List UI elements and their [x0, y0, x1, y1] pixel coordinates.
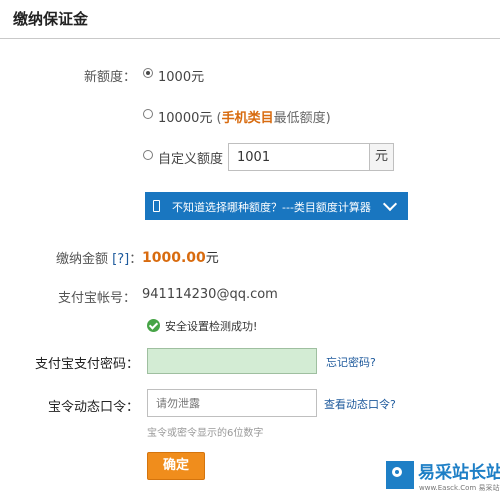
password-label: 支付宝支付密码：	[34, 357, 139, 372]
option-10000-note-open: (	[212, 111, 222, 126]
category-highlight: 手机类目	[221, 111, 274, 126]
currency-unit: 元	[370, 143, 394, 171]
page-title: 缴纳保证金	[13, 10, 89, 28]
password-input[interactable]	[147, 348, 317, 374]
token-hint: 宝令或密令显示的6位数字	[147, 428, 264, 439]
option-10000-text: 10000元	[158, 111, 213, 126]
watermark-subtitle: www.Easck.Com 易采站长站	[419, 484, 500, 492]
chevron-down-icon	[382, 196, 398, 212]
account-value: 941114230@qq.com	[142, 287, 278, 302]
option-10000-note-close: 最低额度)	[273, 111, 331, 126]
radio-custom[interactable]	[143, 150, 153, 160]
banner-text: 不知道选择哪种额度？---类目额度计算器	[172, 201, 371, 214]
radio-1000[interactable]	[143, 68, 153, 78]
view-token-link[interactable]: 查看动态口令?	[324, 396, 396, 412]
payment-label: 缴纳金额	[56, 252, 109, 267]
watermark-logo-icon	[386, 461, 414, 489]
account-label: 支付宝帐号：	[57, 291, 136, 306]
payment-currency: 元	[205, 251, 219, 266]
quota-calculator-banner[interactable]: 不知道选择哪种额度？---类目额度计算器	[145, 192, 408, 220]
payment-amount-row: 缴纳金额 [?]：	[56, 248, 142, 267]
payment-amount: 1000.00元	[142, 247, 219, 266]
token-input[interactable]	[147, 389, 317, 417]
payment-amount-value: 1000.00	[142, 250, 206, 266]
option-10000-label: 10000元 (手机类目最低额度)	[158, 107, 331, 126]
title-divider	[0, 38, 500, 39]
success-check-icon	[147, 319, 160, 332]
site-watermark: 易采站长站 www.Easck.Com 易采站长站	[386, 458, 500, 495]
payment-colon: ：	[129, 252, 143, 267]
watermark-title: 易采站长站	[418, 463, 500, 483]
security-status: 安全设置检测成功!	[165, 320, 258, 333]
token-label: 宝令动态口令：	[47, 400, 139, 415]
payment-help-link[interactable]: [?]	[112, 252, 129, 267]
option-custom-label: 自定义额度	[158, 152, 224, 167]
phone-icon	[153, 200, 160, 212]
radio-10000[interactable]	[143, 109, 153, 119]
custom-quota-input[interactable]	[228, 143, 370, 171]
option-1000-label: 1000元	[158, 70, 205, 85]
quota-label: 新额度：	[83, 70, 136, 85]
confirm-button[interactable]: 确定	[147, 452, 205, 480]
forgot-password-link[interactable]: 忘记密码?	[326, 354, 376, 370]
